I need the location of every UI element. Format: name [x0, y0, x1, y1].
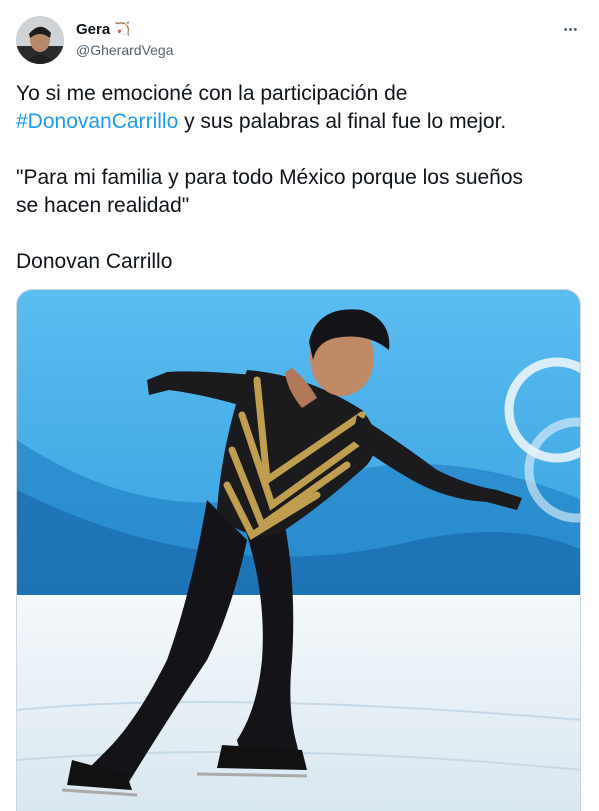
- photo-figure-skater-icon: [17, 290, 580, 811]
- tweet-card: Gera 🏹 @GherardVega ••• Yo si me emocion…: [0, 0, 599, 811]
- avatar[interactable]: [16, 16, 64, 64]
- tweet-line-1: Yo si me emocioné con la participación d…: [16, 82, 408, 105]
- quote-line-2: se hacen realidad": [16, 194, 190, 217]
- author-handle[interactable]: @GherardVega: [76, 41, 174, 59]
- tweet-line-2-text: y sus palabras al final fue lo mejor.: [178, 110, 507, 133]
- tweet-header: Gera 🏹 @GherardVega •••: [16, 16, 583, 66]
- hashtag-link[interactable]: #DonovanCarrillo: [16, 110, 178, 133]
- more-icon: •••: [563, 24, 579, 36]
- display-name[interactable]: Gera: [76, 21, 110, 39]
- quote-line-1: "Para mi familia y para todo México porq…: [16, 166, 524, 189]
- author-name-row[interactable]: Gera 🏹: [76, 21, 174, 39]
- bow-arrow-icon: 🏹: [114, 22, 131, 37]
- profile-photo-icon: [16, 16, 64, 64]
- tweet-text: Yo si me emocioné con la participación d…: [16, 80, 583, 276]
- more-options-button[interactable]: •••: [559, 18, 583, 42]
- tweet-media[interactable]: [16, 289, 581, 811]
- tweet-line-2: #DonovanCarrillo y sus palabras al final…: [16, 108, 583, 136]
- author-info: Gera 🏹 @GherardVega: [76, 21, 174, 59]
- signature-line: Donovan Carrillo: [16, 250, 173, 273]
